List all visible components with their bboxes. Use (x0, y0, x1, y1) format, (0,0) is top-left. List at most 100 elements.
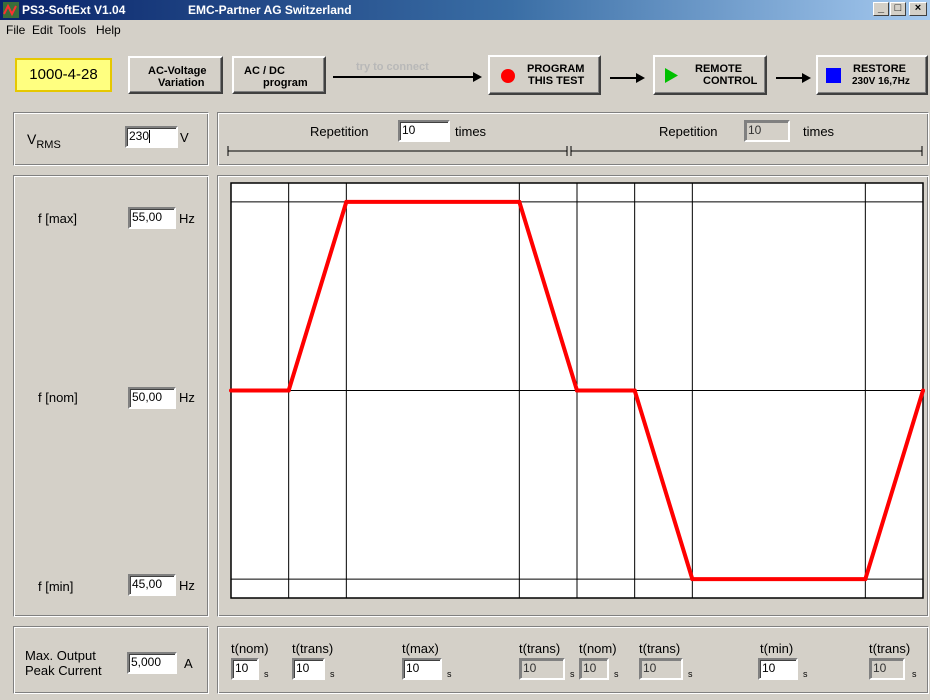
minimize-button[interactable]: _ (873, 2, 889, 16)
time-unit: s (803, 669, 808, 679)
chart-point (344, 199, 349, 204)
standard-button[interactable]: 1000-4-28 (15, 58, 112, 92)
time-label: t(min) (760, 641, 794, 656)
time-unit: s (330, 669, 335, 679)
title-bar[interactable]: PS3-SoftExt V1.04 EMC-Partner AG Switzer… (0, 0, 930, 20)
arrow-right-icon (802, 73, 811, 83)
arrow-right-icon (636, 73, 645, 83)
program-label-1: PROGRAM (527, 63, 585, 75)
vrms-unit: V (180, 130, 189, 145)
chart-panel (217, 175, 929, 617)
repetition-unit-1: times (455, 124, 487, 139)
time-input: 10 (639, 658, 683, 680)
chart-point (286, 388, 291, 393)
menu-file[interactable]: File (6, 23, 25, 37)
remote-label-2: CONTROL (703, 75, 758, 87)
fmax-unit: Hz (179, 211, 195, 226)
fmin-label: f [min] (38, 579, 74, 594)
arrow-line-1 (610, 77, 638, 79)
repetition-label-2: Repetition (659, 124, 718, 139)
acdc-label-2: program (263, 77, 308, 89)
time-input: 10 (579, 658, 609, 680)
current-input[interactable]: 5,000 (127, 652, 177, 674)
fnom-input[interactable]: 50,00 (128, 387, 176, 409)
chart-point (575, 388, 579, 393)
time-input[interactable]: 10 (292, 658, 325, 680)
chart-point (229, 388, 233, 393)
times-panel: t(nom) 10 s t(trans) 10 s t(max) 10 s t(… (217, 626, 929, 694)
vrms-panel: VRMS 230 V (13, 112, 209, 166)
chart-point (863, 577, 868, 582)
current-unit: A (184, 656, 193, 671)
ac-voltage-label-1: AC-Voltage (148, 65, 207, 77)
repetition-panel: Repetition 10 times Repetition 10 times (217, 112, 929, 166)
vrms-label: VRMS (27, 131, 61, 151)
fnom-unit: Hz (179, 390, 195, 405)
time-unit: s (688, 669, 693, 679)
time-input: 10 (869, 658, 905, 680)
current-panel: Max. Output Peak Current 5,000 A (13, 626, 209, 694)
chart-point (921, 388, 925, 393)
time-label: t(trans) (869, 641, 911, 656)
vrms-input[interactable]: 230 (125, 126, 178, 148)
menu-tools[interactable]: Tools (58, 23, 86, 37)
restore-label-1: RESTORE (853, 63, 906, 75)
repetition-input-1[interactable]: 10 (398, 120, 450, 142)
maximize-button[interactable]: □ (890, 2, 906, 16)
frequency-profile-chart (229, 182, 925, 599)
time-label: t(nom) (231, 641, 269, 656)
time-unit: s (570, 669, 575, 679)
app-icon (3, 2, 19, 18)
time-unit: s (912, 669, 917, 679)
frequency-panel: f [max] 55,00 Hz f [nom] 50,00 Hz f [min… (13, 175, 209, 617)
remote-control-button[interactable]: REMOTE CONTROL (653, 55, 767, 95)
fmin-input[interactable]: 45,00 (128, 574, 176, 596)
chart-point (517, 199, 522, 204)
acdc-program-button[interactable]: AC / DC program (232, 56, 326, 94)
current-label-1: Max. Output (25, 648, 96, 663)
time-unit: s (614, 669, 619, 679)
repetition-span-brackets (227, 146, 923, 156)
company-name: EMC-Partner AG Switzerland (188, 3, 352, 17)
restore-button[interactable]: RESTORE 230V 16,7Hz (816, 55, 928, 95)
ac-voltage-variation-button[interactable]: AC-Voltage Variation (128, 56, 223, 94)
time-input[interactable]: 10 (758, 658, 798, 680)
record-circle-icon (501, 69, 515, 83)
time-unit: s (447, 669, 452, 679)
time-input[interactable]: 10 (231, 658, 259, 680)
remote-label-1: REMOTE (695, 63, 743, 75)
time-input: 10 (519, 658, 565, 680)
repetition-unit-2: times (803, 124, 835, 139)
program-label-2: THIS TEST (528, 75, 585, 87)
current-label-2: Peak Current (25, 663, 102, 678)
app-title: PS3-SoftExt V1.04 (22, 3, 126, 17)
play-icon (665, 68, 678, 83)
time-label: t(nom) (579, 641, 617, 656)
fmax-input[interactable]: 55,00 (128, 207, 176, 229)
chart-point (690, 577, 695, 582)
repetition-input-2: 10 (744, 120, 790, 142)
connect-hint: try to connect (356, 61, 429, 73)
arrow-line-2 (776, 77, 804, 79)
time-label: t(trans) (519, 641, 561, 656)
connect-arrow-line (333, 76, 474, 78)
connect-arrow-head-icon (473, 72, 482, 82)
chart-point (632, 388, 637, 393)
close-button[interactable]: × (909, 2, 927, 16)
menu-edit[interactable]: Edit (32, 23, 53, 37)
time-label: t(max) (402, 641, 439, 656)
restore-label-2: 230V 16,7Hz (852, 76, 910, 87)
menu-bar: File Edit Tools Help (0, 20, 930, 40)
fnom-label: f [nom] (38, 390, 78, 405)
stop-square-icon (826, 68, 841, 83)
program-this-test-button[interactable]: PROGRAM THIS TEST (488, 55, 601, 95)
time-input[interactable]: 10 (402, 658, 442, 680)
menu-help[interactable]: Help (96, 23, 121, 37)
acdc-label-1: AC / DC (244, 65, 285, 77)
fmin-unit: Hz (179, 578, 195, 593)
repetition-label-1: Repetition (310, 124, 369, 139)
ac-voltage-label-2: Variation (158, 77, 205, 89)
time-label: t(trans) (292, 641, 334, 656)
vrms-subscript: RMS (36, 138, 61, 151)
time-unit: s (264, 669, 269, 679)
